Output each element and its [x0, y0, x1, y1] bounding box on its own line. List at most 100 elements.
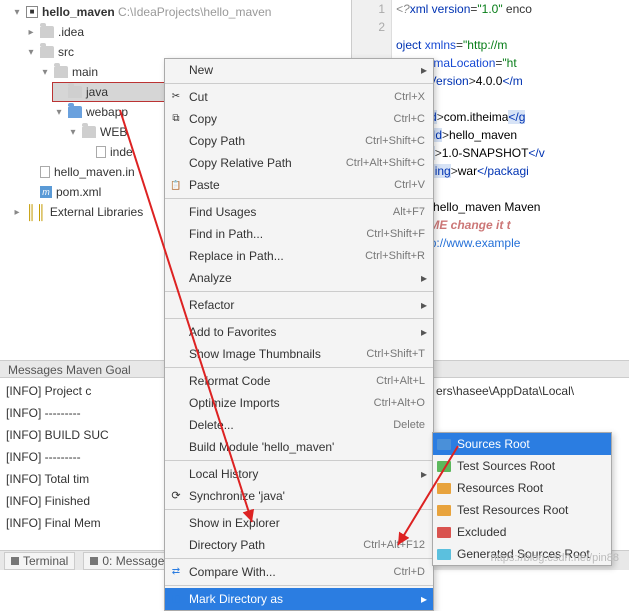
cmp-icon — [169, 565, 183, 579]
menu-item[interactable]: Delete...Delete — [165, 414, 433, 436]
menu-label: Compare With... — [189, 561, 276, 583]
messages-icon — [90, 557, 98, 565]
menu-shortcut: Ctrl+Alt+L — [376, 370, 425, 392]
menu-label: Copy — [189, 108, 217, 130]
terminal-tab[interactable]: Terminal — [4, 552, 75, 570]
menu-shortcut: Ctrl+Shift+T — [366, 343, 425, 365]
menu-shortcut: Alt+F7 — [393, 201, 425, 223]
chevron-right-icon: ▸ — [12, 207, 22, 218]
menu-separator — [165, 585, 433, 586]
file-icon — [96, 146, 106, 158]
tab-label: Terminal — [23, 552, 68, 570]
libraries-icon: ║║ — [26, 204, 46, 220]
menu-shortcut: Ctrl+V — [394, 174, 425, 196]
menu-item[interactable]: PasteCtrl+V — [165, 174, 433, 196]
folder-color-icon — [437, 505, 451, 516]
sync-icon — [169, 489, 183, 503]
menu-item[interactable]: Optimize ImportsCtrl+Alt+O — [165, 392, 433, 414]
menu-item[interactable]: Refactor▸ — [165, 294, 433, 316]
submenu-arrow-icon: ▸ — [421, 59, 427, 81]
menu-separator — [165, 198, 433, 199]
submenu-arrow-icon: ▸ — [421, 588, 427, 610]
chevron-down-icon: ▾ — [26, 47, 36, 58]
menu-item[interactable]: Reformat Code Ctrl+Alt+L — [165, 370, 433, 392]
menu-label: Show in Explorer — [189, 512, 280, 534]
menu-item[interactable]: Copy PathCtrl+Shift+C — [165, 130, 433, 152]
folder-icon — [40, 26, 54, 38]
submenu-item[interactable]: Test Resources Root — [433, 499, 611, 521]
root-path: C:\IdeaProjects\hello_maven — [118, 5, 271, 19]
submenu-item[interactable]: Test Sources Root — [433, 455, 611, 477]
menu-label: New — [189, 59, 213, 81]
menu-item[interactable]: Copy Relative Path Ctrl+Alt+Shift+C — [165, 152, 433, 174]
menu-label: Find Usages — [189, 201, 256, 223]
menu-separator — [165, 558, 433, 559]
menu-label: Copy Relative Path — [189, 152, 292, 174]
menu-item[interactable]: Show in Explorer — [165, 512, 433, 534]
folder-color-icon — [437, 439, 451, 450]
line-number: 2 — [352, 18, 391, 36]
menu-separator — [165, 318, 433, 319]
menu-label: Build Module 'hello_maven' — [189, 436, 334, 458]
menu-shortcut: Ctrl+D — [394, 561, 425, 583]
menu-item[interactable]: Directory PathCtrl+Alt+F12 — [165, 534, 433, 556]
submenu-item[interactable]: Resources Root — [433, 477, 611, 499]
folder-color-icon — [437, 461, 451, 472]
paste-icon — [169, 178, 183, 192]
module-icon: ■ — [26, 6, 38, 18]
menu-label: Cut — [189, 86, 208, 108]
menu-item[interactable]: Local History▸ — [165, 463, 433, 485]
tree-item[interactable]: ▸ .idea — [24, 22, 350, 42]
menu-item[interactable]: Synchronize 'java' — [165, 485, 433, 507]
chevron-right-icon: ▸ — [26, 27, 36, 38]
menu-item[interactable]: Copy Ctrl+C — [165, 108, 433, 130]
file-icon — [40, 166, 50, 178]
menu-shortcut: Ctrl+Shift+F — [366, 223, 425, 245]
folder-icon — [68, 86, 82, 98]
menu-item[interactable]: CutCtrl+X — [165, 86, 433, 108]
menu-item[interactable]: Find in Path...Ctrl+Shift+F — [165, 223, 433, 245]
menu-label: Mark Directory as — [189, 588, 283, 610]
folder-icon — [82, 126, 96, 138]
submenu-item[interactable]: Sources Root — [433, 433, 611, 455]
submenu-item[interactable]: Excluded — [433, 521, 611, 543]
menu-item[interactable]: Show Image ThumbnailsCtrl+Shift+T — [165, 343, 433, 365]
chevron-down-icon: ▾ — [12, 7, 22, 18]
terminal-icon — [11, 557, 19, 565]
menu-shortcut: Ctrl+Alt+Shift+C — [346, 152, 425, 174]
menu-label: Local History — [189, 463, 258, 485]
tree-label: main — [72, 65, 98, 79]
folder-color-icon — [437, 483, 451, 494]
tree-label: WEB — [100, 125, 127, 139]
tree-label: .idea — [58, 25, 84, 39]
mark-directory-submenu[interactable]: Sources RootTest Sources RootResources R… — [432, 432, 612, 566]
menu-item[interactable]: Find Usages Alt+F7 — [165, 201, 433, 223]
submenu-label: Test Resources Root — [457, 499, 568, 521]
menu-item[interactable]: Compare With... Ctrl+D — [165, 561, 433, 583]
menu-item[interactable]: New ▸ — [165, 59, 433, 81]
menu-shortcut: Ctrl+C — [394, 108, 425, 130]
folder-color-icon — [437, 527, 451, 538]
cut-icon — [169, 90, 183, 104]
tree-label: inde — [110, 145, 133, 159]
menu-item[interactable]: Analyze▸ — [165, 267, 433, 289]
tree-root[interactable]: ▾ ■ hello_maven C:\IdeaProjects\hello_ma… — [10, 2, 350, 22]
submenu-arrow-icon: ▸ — [421, 267, 427, 289]
maven-icon: m — [40, 186, 52, 198]
menu-label: Reformat Code — [189, 370, 270, 392]
tree-label: java — [86, 85, 108, 99]
context-menu[interactable]: New ▸ CutCtrl+XCopy Ctrl+CCopy PathCtrl+Shi… — [164, 58, 434, 611]
menu-separator — [165, 367, 433, 368]
menu-shortcut: Ctrl+Alt+O — [374, 392, 425, 414]
tree-label: src — [58, 45, 74, 59]
menu-item[interactable]: Add to Favorites▸ — [165, 321, 433, 343]
menu-item[interactable]: Build Module 'hello_maven' — [165, 436, 433, 458]
menu-item[interactable]: Replace in Path...Ctrl+Shift+R — [165, 245, 433, 267]
menu-separator — [165, 509, 433, 510]
tree-label: hello_maven.in — [54, 165, 135, 179]
menu-shortcut: Ctrl+Alt+F12 — [363, 534, 425, 556]
menu-item[interactable]: Mark Directory as ▸ — [165, 588, 433, 610]
submenu-arrow-icon: ▸ — [421, 321, 427, 343]
folder-icon — [54, 66, 68, 78]
menu-shortcut: Ctrl+Shift+C — [365, 130, 425, 152]
